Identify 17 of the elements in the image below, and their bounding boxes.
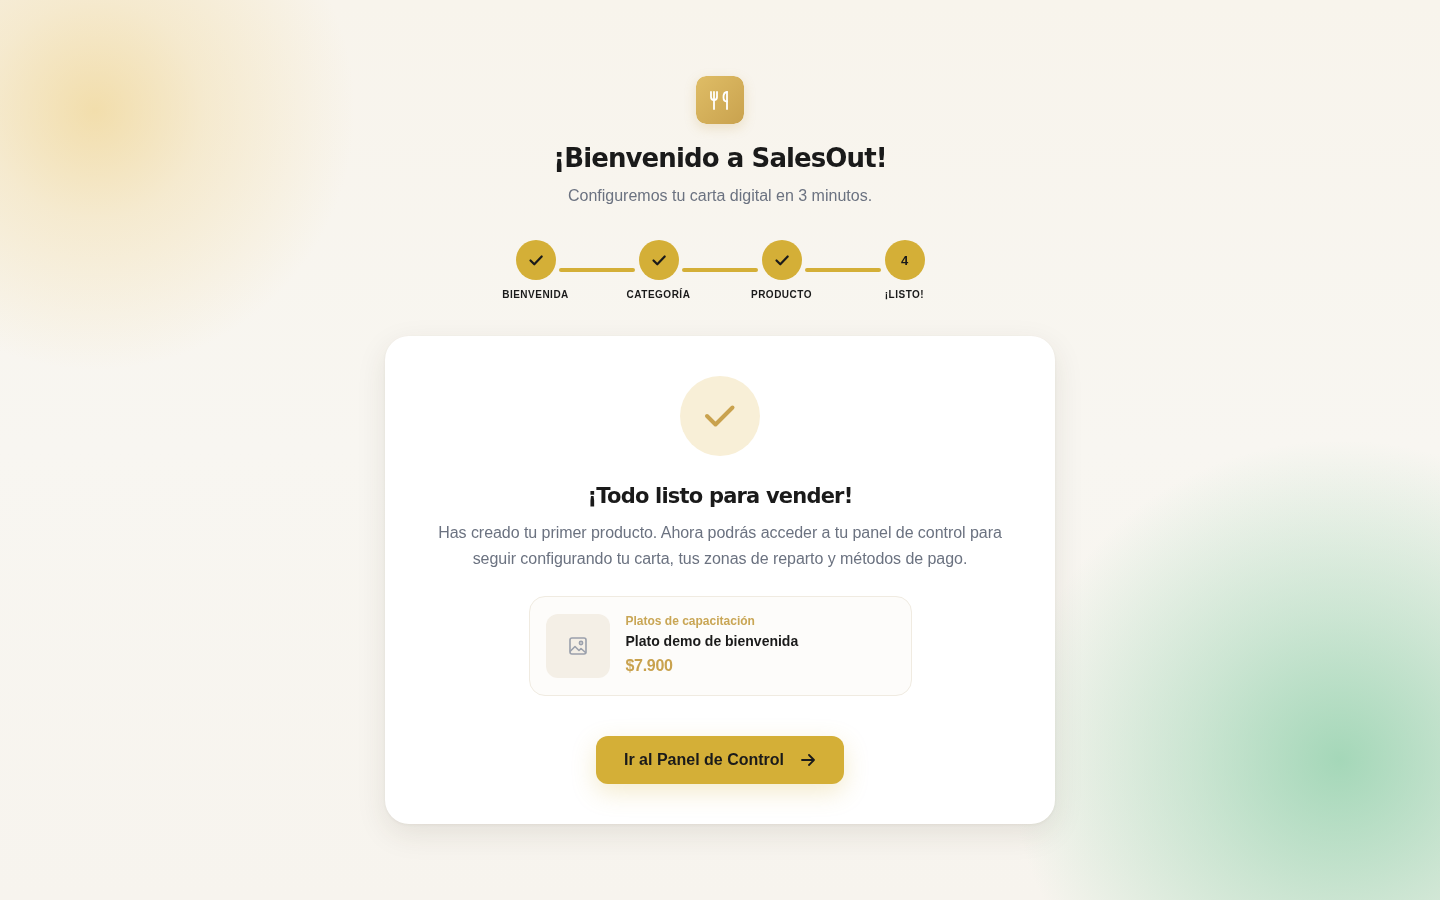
step-number: 4 [884, 240, 925, 280]
arrow-right-icon [800, 752, 816, 768]
product-name: Plato demo de bienvenida [625, 631, 799, 651]
step-label: ¡LISTO! [884, 288, 925, 302]
check-icon [680, 376, 760, 456]
product-price: $7.900 [625, 655, 673, 676]
page-title: ¡Bienvenido a SalesOut! [553, 142, 887, 175]
card-message: Has creado tu primer producto. Ahora podrás acceder a tu panel de control para seguir configurando tu carta, tus zonas de reparto y métodos de pago. [437, 523, 1003, 569]
fork-knife-icon [696, 76, 744, 124]
dashboard-button[interactable]: Ir al Panel de Control [596, 736, 844, 784]
step-label: CATEGORÍA [626, 288, 691, 302]
card-title: ¡Todo listo para vender! [587, 483, 853, 510]
product-category: Platos de capacitación [625, 612, 755, 629]
step-label: PRODUCTO [750, 288, 812, 302]
page-subtitle: Configuremos tu carta digital en 3 minutos. [567, 186, 873, 206]
image-icon [567, 636, 588, 656]
step-label: BIENVENIDA [502, 288, 569, 302]
